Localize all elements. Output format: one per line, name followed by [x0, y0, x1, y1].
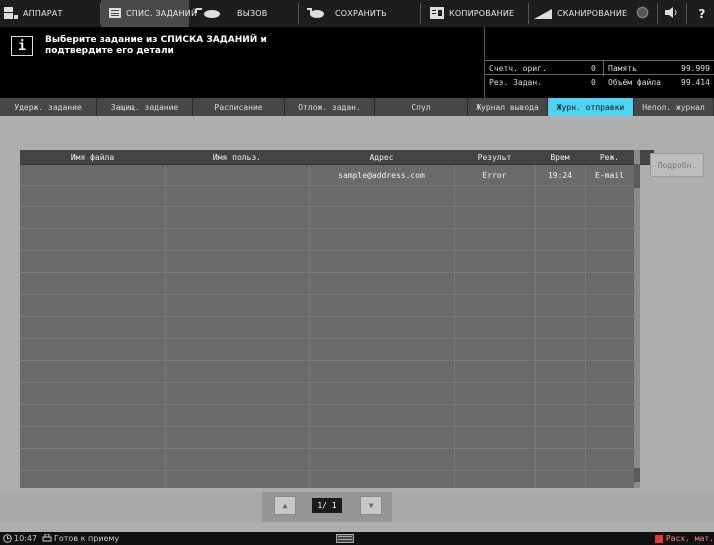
memory-value: 99.999	[681, 64, 710, 73]
tab-secure-jobs[interactable]: Защищ. задание	[97, 98, 193, 116]
status-time: 10:47	[14, 534, 38, 543]
help-button[interactable]: ?	[690, 0, 714, 27]
top-nav-bar: АППАРАТ СПИС. ЗАДАНИЙ ВЫЗОВ СОХРАНИТЬ КО…	[0, 0, 714, 27]
table-row[interactable]	[20, 230, 634, 251]
col-mode[interactable]: Реж.	[585, 150, 634, 164]
scan-tab[interactable]: СКАНИРОВАНИЕ	[534, 0, 630, 27]
file-size-label: Объём файла	[608, 78, 661, 87]
scrollbar-thumb[interactable]	[634, 164, 640, 188]
job-tabs: Удерж. задание Защищ. задание Расписание…	[0, 98, 714, 116]
memory-label: Память	[608, 64, 637, 73]
orig-counter-label: Счетч. ориг.	[489, 64, 547, 73]
page-down-button[interactable]: ▼	[360, 496, 382, 515]
supplies-warning-label: Расх. мат.	[665, 534, 714, 543]
cell-mode: E-mail	[595, 170, 624, 180]
scan-icon	[534, 7, 552, 21]
table-row[interactable]	[20, 252, 634, 273]
info-icon: i	[11, 36, 33, 56]
col-user-name[interactable]: Имя польз.	[165, 150, 309, 164]
status-ready: Готов к приему	[54, 534, 120, 543]
cell-user-name	[165, 165, 309, 185]
table-header: Имя файла Имя польз. Адрес Результ Врем …	[20, 150, 654, 165]
cell-address: sample@address.com	[338, 170, 425, 180]
col-time[interactable]: Врем	[535, 150, 585, 164]
tab-schedule[interactable]: Расписание	[193, 98, 285, 116]
orig-counter-value: 0	[591, 64, 596, 73]
tab-held-jobs[interactable]: Удерж. задание	[0, 98, 97, 116]
col-file-name[interactable]: Имя файла	[20, 150, 165, 164]
volume-button[interactable]	[660, 0, 682, 27]
table-row[interactable]	[20, 186, 634, 207]
table-row[interactable]	[20, 362, 634, 383]
table-row[interactable]	[20, 208, 634, 229]
save-label: СОХРАНИТЬ	[335, 9, 387, 18]
col-result[interactable]: Результ	[454, 150, 535, 164]
table-row[interactable]	[20, 318, 634, 339]
file-size-value: 99.414	[681, 78, 710, 87]
table-row[interactable]	[20, 406, 634, 427]
save-tab[interactable]: СОХРАНИТЬ	[306, 0, 416, 27]
table-row[interactable]	[20, 296, 634, 317]
tab-incomplete-log[interactable]: Непол. журнал	[634, 98, 714, 116]
keyboard-icon[interactable]	[336, 532, 354, 545]
cell-time: 19:24	[547, 170, 573, 180]
machine-icon	[4, 6, 18, 21]
table-scrollbar[interactable]	[634, 150, 640, 488]
send-log-table: Имя файла Имя польз. Адрес Результ Врем …	[20, 150, 654, 488]
message-area: i Выберите задание из СПИСКА ЗАДАНИЙ и п…	[0, 27, 714, 98]
tab-send-log[interactable]: Журн. отправки	[548, 98, 634, 116]
recall-tab[interactable]: ВЫЗОВ	[194, 0, 294, 27]
table-row[interactable]	[20, 274, 634, 295]
scrollbar-thumb-bottom[interactable]	[634, 468, 640, 482]
tab-output-log[interactable]: Журнал вывода	[468, 98, 548, 116]
details-button[interactable]: Подробн.	[650, 153, 704, 177]
scan-label: СКАНИРОВАНИЕ	[557, 9, 628, 18]
recall-icon	[194, 7, 222, 21]
tab-spool[interactable]: Спул	[375, 98, 468, 116]
cell-file-name	[20, 165, 165, 185]
tab-delayed-jobs[interactable]: Отлож. задан.	[285, 98, 375, 116]
table-row[interactable]: sample@address.com Error 19:24 E-mail	[20, 165, 634, 186]
speaker-icon	[664, 7, 678, 20]
machine-label: АППАРАТ	[23, 9, 63, 18]
supplies-warning[interactable]: Расх. мат.	[650, 532, 714, 545]
job-list-tab[interactable]: СПИС. ЗАДАНИЙ	[101, 0, 197, 27]
save-icon	[306, 7, 324, 21]
counters-panel: Счетч. ориг. 0 Память 99.999 Рез. Задан.…	[484, 27, 714, 98]
clock-icon	[3, 532, 12, 545]
job-list-label: СПИС. ЗАДАНИЙ	[126, 9, 198, 18]
message-line-2: подтвердите его детали	[45, 46, 174, 56]
reserved-jobs-label: Рез. Задан.	[489, 78, 542, 87]
recall-label: ВЫЗОВ	[237, 9, 268, 18]
copy-label: КОПИРОВАНИЕ	[449, 9, 515, 18]
warning-icon	[654, 534, 663, 543]
page-up-button[interactable]: ▲	[274, 496, 296, 515]
table-row[interactable]	[20, 450, 634, 471]
table-row[interactable]	[20, 384, 634, 405]
globe-button[interactable]	[632, 0, 652, 27]
list-icon	[109, 7, 121, 20]
table-row[interactable]	[20, 472, 634, 488]
reserved-jobs-value: 0	[591, 78, 596, 87]
copy-icon	[430, 6, 444, 21]
pager: ▲ 1/ 1 ▼	[262, 492, 392, 522]
message-line-1: Выберите задание из СПИСКА ЗАДАНИЙ и	[45, 35, 267, 45]
status-bar: 10:47 Готов к приему Расх. мат.	[0, 532, 714, 545]
col-address[interactable]: Адрес	[309, 150, 454, 164]
table-row[interactable]	[20, 340, 634, 361]
cell-result: Error	[482, 170, 507, 180]
page-indicator: 1/ 1	[312, 498, 342, 513]
globe-icon	[636, 6, 649, 21]
copy-tab[interactable]: КОПИРОВАНИЕ	[430, 0, 525, 27]
table-row[interactable]	[20, 428, 634, 449]
machine-tab[interactable]: АППАРАТ	[4, 0, 96, 27]
printer-icon	[42, 532, 52, 545]
